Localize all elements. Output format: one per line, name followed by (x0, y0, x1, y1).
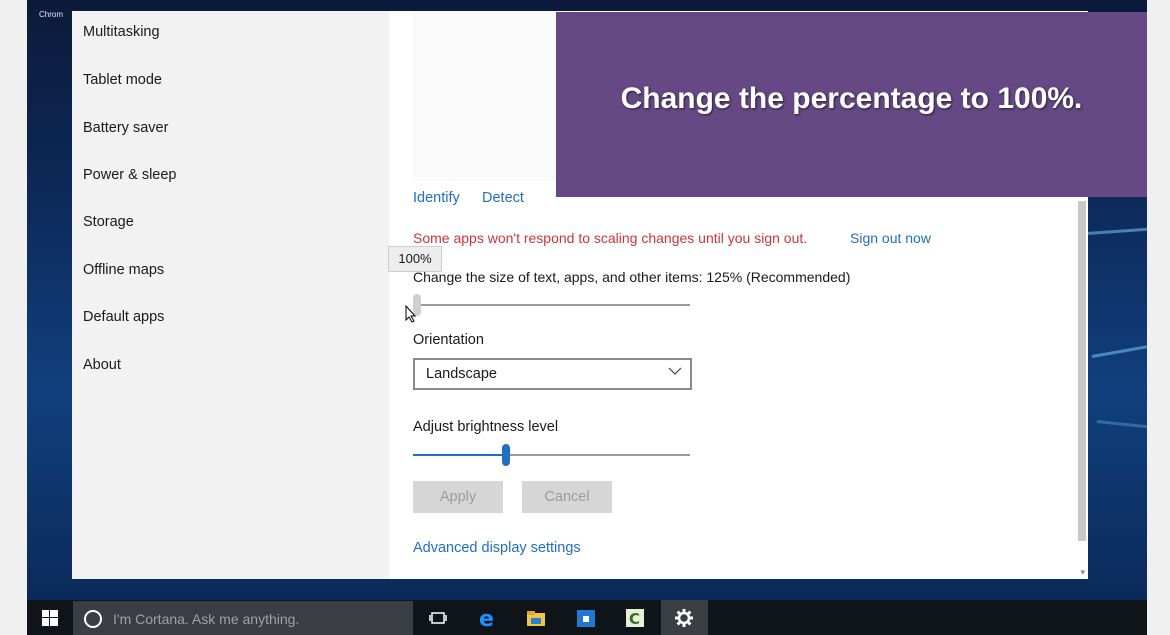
cancel-button[interactable]: Cancel (522, 481, 612, 513)
sign-out-now-link[interactable]: Sign out now (850, 230, 931, 246)
camtasia-icon[interactable]: C (624, 607, 646, 629)
sidebar-item-battery-saver[interactable]: Battery saver (83, 120, 168, 136)
detect-link[interactable]: Detect (482, 190, 524, 206)
instruction-text: Change the percentage to 100%. (620, 82, 1083, 115)
cortana-search-placeholder: I'm Cortana. Ask me anything. (113, 611, 300, 627)
settings-gear-icon[interactable] (673, 607, 695, 629)
scale-label: Change the size of text, apps, and other… (413, 269, 851, 285)
sidebar-item-storage[interactable]: Storage (83, 214, 134, 230)
brightness-slider-fill (413, 454, 502, 456)
brightness-label: Adjust brightness level (413, 419, 559, 435)
file-explorer-icon[interactable] (525, 607, 547, 629)
edge-icon[interactable]: e (477, 607, 499, 629)
task-view-icon[interactable] (427, 607, 449, 629)
sidebar-item-about[interactable]: About (83, 357, 121, 373)
sidebar-item-tablet-mode[interactable]: Tablet mode (83, 72, 162, 88)
store-icon[interactable] (575, 607, 597, 629)
orientation-dropdown[interactable]: Landscape (413, 358, 692, 390)
identify-link[interactable]: Identify (413, 190, 460, 206)
scrollbar[interactable] (1078, 201, 1086, 541)
svg-text:e: e (479, 607, 494, 629)
scale-slider-track[interactable] (413, 304, 690, 306)
brightness-slider-thumb[interactable] (501, 444, 510, 466)
monitor-preview (413, 11, 573, 181)
sidebar-item-offline-maps[interactable]: Offline maps (83, 262, 164, 278)
settings-sidebar: Multitasking Tablet mode Battery saver P… (72, 11, 389, 579)
cortana-icon (84, 610, 102, 628)
scale-tooltip: 100% (388, 246, 442, 272)
sidebar-item-multitasking[interactable]: Multitasking (83, 24, 160, 40)
instruction-banner: Change the percentage to 100%. (556, 12, 1147, 197)
sidebar-item-default-apps[interactable]: Default apps (83, 309, 164, 325)
right-frame (1147, 0, 1170, 635)
orientation-value: Landscape (426, 366, 497, 382)
mouse-cursor-icon (405, 305, 417, 323)
advanced-display-settings-link[interactable]: Advanced display settings (413, 540, 581, 556)
left-frame (0, 0, 27, 635)
chevron-down-icon (668, 367, 682, 375)
apply-button[interactable]: Apply (413, 481, 503, 513)
cortana-search-box[interactable]: I'm Cortana. Ask me anything. (73, 601, 413, 635)
taskbar: I'm Cortana. Ask me anything. e C (27, 600, 1147, 635)
windows-start-icon[interactable] (42, 610, 58, 626)
svg-text:C: C (629, 610, 640, 628)
scaling-warning: Some apps won't respond to scaling chang… (413, 230, 808, 246)
sidebar-item-power-sleep[interactable]: Power & sleep (83, 167, 177, 183)
orientation-label: Orientation (413, 332, 484, 348)
window-app-label: Chrom (39, 10, 64, 19)
scroll-down-arrow[interactable]: ▾ (1080, 567, 1085, 578)
